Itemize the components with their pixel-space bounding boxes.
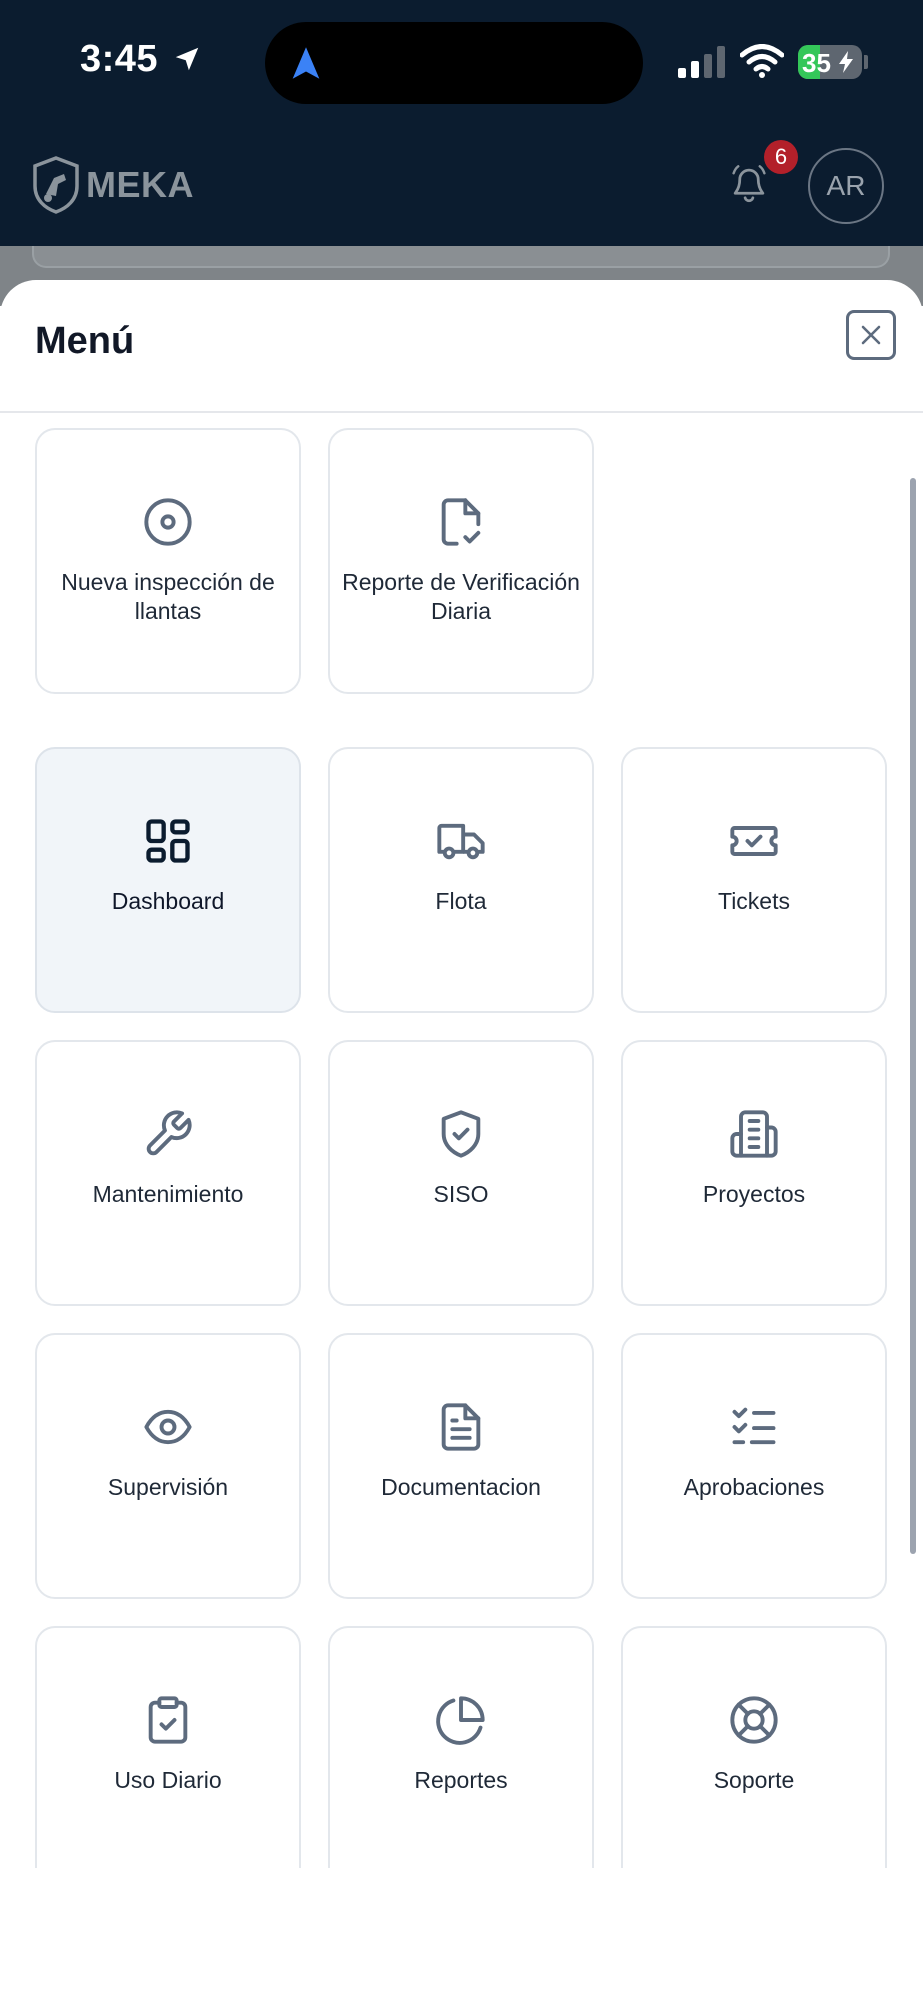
dynamic-island: [265, 22, 643, 104]
menu-title: Menú: [35, 320, 135, 362]
menu-item-flota[interactable]: Flota: [328, 747, 594, 1013]
shield-check-icon: [441, 1110, 481, 1158]
document-icon: [441, 1403, 481, 1451]
menu-item-aprobaciones[interactable]: Aprobaciones: [621, 1333, 887, 1599]
status-time: 3:45: [80, 38, 159, 80]
menu-item-label: SISO: [433, 1181, 489, 1207]
menu-item-label: Tickets: [718, 888, 790, 914]
meka-logo-icon: [33, 156, 79, 214]
menu-item-label: Mantenimiento: [92, 1181, 244, 1207]
truck-icon: [437, 823, 485, 860]
notification-badge: 6: [764, 140, 798, 174]
disc-icon: [144, 498, 192, 546]
menu-item-uso-diario[interactable]: Uso Diario: [35, 1626, 301, 1868]
menu-item-label: Dashboard: [111, 888, 225, 914]
menu-item-nueva-inspeccion-llantas[interactable]: Nueva inspección de llantas: [35, 428, 301, 694]
file-check-icon: [441, 498, 481, 546]
menu-item-supervision[interactable]: Supervisión: [35, 1333, 301, 1599]
menu-item-reportes[interactable]: Reportes: [328, 1626, 594, 1868]
checklist-icon: [732, 1407, 776, 1445]
menu-item-label: Documentacion: [381, 1474, 541, 1500]
charging-bolt-icon: [839, 51, 853, 73]
menu-item-label: Nueva inspección de llantas: [61, 569, 275, 624]
menu-item-mantenimiento[interactable]: Mantenimiento: [35, 1040, 301, 1306]
menu-item-documentacion[interactable]: Documentacion: [328, 1333, 594, 1599]
building-icon: [730, 1110, 778, 1158]
menu-item-dashboard[interactable]: Dashboard: [35, 747, 301, 1013]
battery-indicator: 35: [798, 45, 862, 79]
logo-text: MEKA: [86, 164, 194, 205]
wifi-icon: [740, 44, 784, 78]
menu-item-tickets[interactable]: Tickets: [621, 747, 887, 1013]
cellular-signal-icon: [678, 46, 725, 78]
battery-cap: [864, 55, 868, 69]
navigation-arrow-icon: [292, 47, 320, 79]
close-button[interactable]: [846, 310, 896, 360]
bell-icon[interactable]: [730, 164, 768, 204]
pie-chart-icon: [436, 1696, 485, 1745]
app-header: 3:45 35 MEKA 6 AR: [0, 0, 923, 246]
menu-sheet: Menú Nueva inspección de llantas Reporte…: [0, 280, 923, 2000]
location-arrow-icon: [175, 47, 199, 71]
clipboard-check-icon: [148, 1696, 188, 1744]
menu-item-label: Uso Diario: [114, 1767, 222, 1793]
dashboard-icon: [146, 819, 190, 863]
wrench-icon: [146, 1110, 192, 1156]
background-card: [32, 246, 890, 268]
menu-item-siso[interactable]: SISO: [328, 1040, 594, 1306]
menu-scrollbar[interactable]: [910, 478, 916, 1554]
menu-item-label: Soporte: [713, 1767, 795, 1793]
menu-item-soporte[interactable]: Soporte: [621, 1626, 887, 1868]
eye-icon: [144, 1409, 192, 1445]
menu-item-label: Supervisión: [107, 1474, 229, 1500]
ticket-icon: [730, 826, 778, 856]
menu-item-label: Reporte de Verificación Diaria: [342, 569, 580, 624]
battery-percent: 35: [802, 48, 831, 78]
menu-item-label: Aprobaciones: [683, 1474, 825, 1500]
close-icon: [861, 325, 881, 345]
menu-item-label: Flota: [435, 888, 487, 914]
menu-item-label: Proyectos: [702, 1181, 806, 1207]
menu-item-reporte-verificacion-diaria[interactable]: Reporte de Verificación Diaria: [328, 428, 594, 694]
user-avatar[interactable]: AR: [808, 148, 884, 224]
lifebuoy-icon: [730, 1696, 778, 1744]
menu-grid: Nueva inspección de llantas Reporte de V…: [0, 413, 923, 1868]
menu-item-label: Reportes: [414, 1767, 508, 1793]
menu-item-proyectos[interactable]: Proyectos: [621, 1040, 887, 1306]
app-logo: MEKA: [32, 156, 194, 214]
